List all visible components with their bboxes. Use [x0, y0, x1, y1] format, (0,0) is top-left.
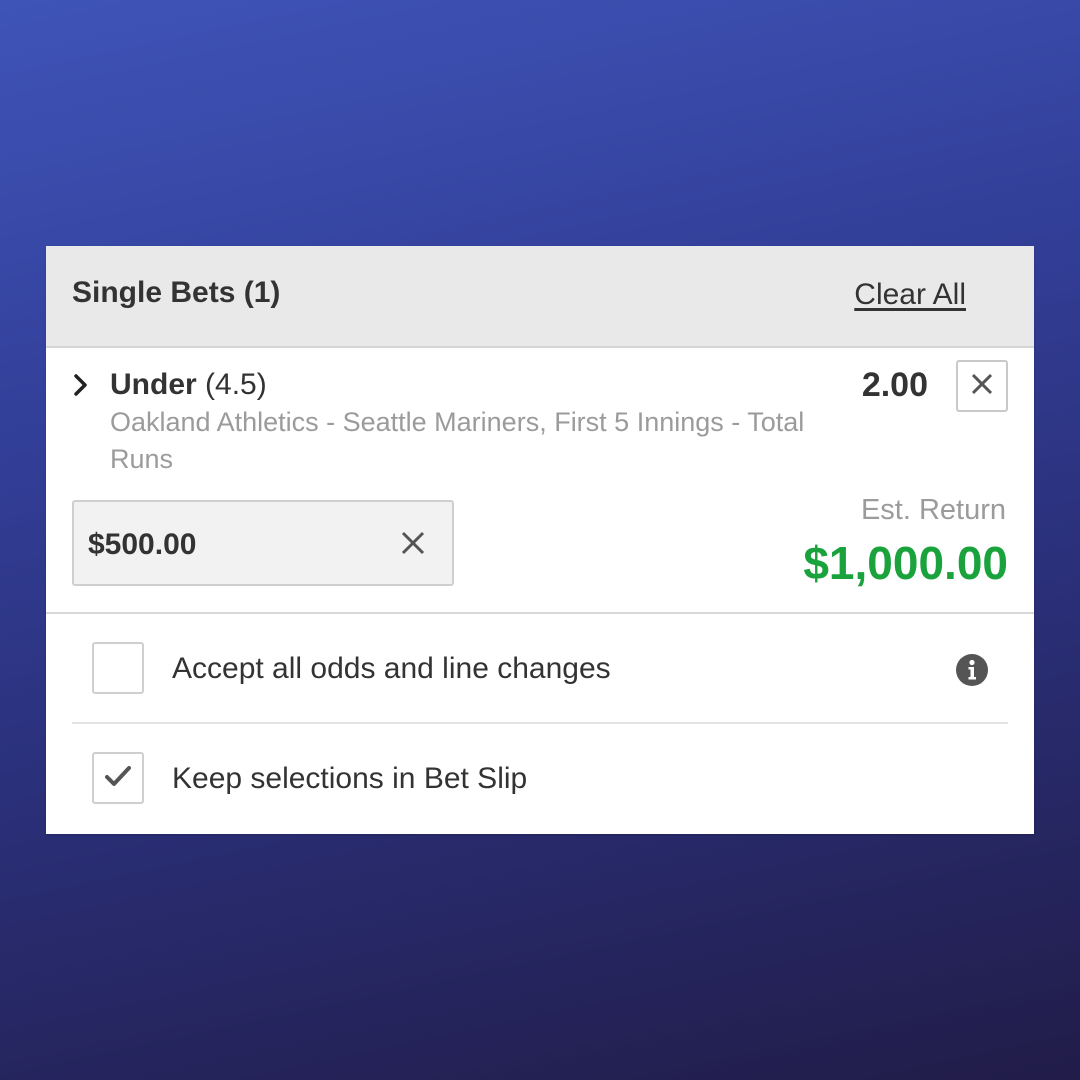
- selection-line: (4.5): [205, 368, 267, 401]
- selection-description: Oakland Athletics - Seattle Mariners, Fi…: [110, 407, 805, 474]
- accept-odds-changes-option[interactable]: Accept all odds and line changes: [72, 616, 1008, 724]
- selection-market: Under: [110, 368, 197, 401]
- accept-odds-checkbox[interactable]: [92, 642, 144, 694]
- selection-odds: 2.00: [861, 366, 928, 404]
- section-divider: [46, 612, 1034, 614]
- close-icon: [401, 531, 425, 555]
- est-return-label: Est. Return: [860, 494, 1006, 526]
- keep-selections-option[interactable]: Keep selections in Bet Slip: [72, 726, 1008, 834]
- est-return-value: $1,000.00: [803, 537, 1008, 589]
- single-bets-title: Single Bets (1): [72, 276, 281, 309]
- remove-selection-button[interactable]: [956, 360, 1008, 412]
- clear-stake-button[interactable]: [400, 530, 426, 561]
- bet-slip-header: Single Bets (1) Clear All: [46, 246, 1034, 348]
- accept-odds-label: Accept all odds and line changes: [172, 652, 611, 685]
- keep-selections-label: Keep selections in Bet Slip: [172, 762, 528, 795]
- bet-slip-panel: Single Bets (1) Clear All Under (4.5) Oa…: [46, 246, 1034, 834]
- clear-all-link[interactable]: Clear All: [854, 278, 966, 312]
- checkmark-icon: [103, 763, 133, 794]
- info-icon[interactable]: [956, 654, 988, 686]
- chevron-right-icon[interactable]: [72, 372, 90, 403]
- stake-input[interactable]: $500.00: [72, 500, 454, 586]
- close-icon: [970, 372, 994, 401]
- selection-title: Under (4.5): [110, 368, 267, 402]
- stake-value[interactable]: $500.00: [88, 528, 196, 562]
- keep-selections-checkbox[interactable]: [92, 752, 144, 804]
